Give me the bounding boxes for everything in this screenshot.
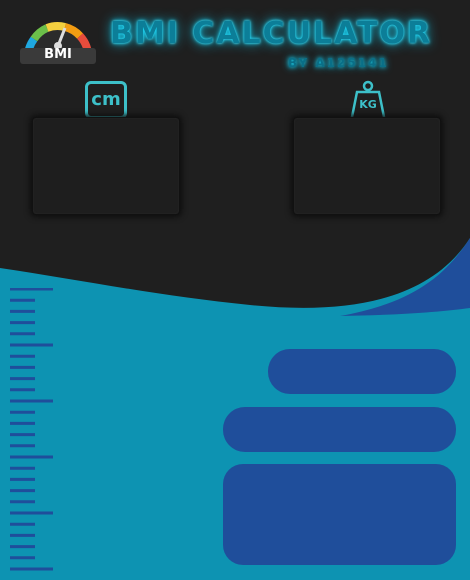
app-byline: BY A125141 [288, 56, 389, 70]
height-input[interactable] [32, 117, 180, 215]
bmi-gauge-icon: BMI [20, 8, 96, 64]
result-panel [223, 464, 456, 565]
app-title: BMI CALCULATOR [110, 16, 433, 51]
weight-unit-label: KG [359, 98, 377, 111]
logo-label: BMI [44, 47, 72, 62]
calculate-button[interactable] [268, 349, 456, 394]
cm-ruler-icon: cm [85, 81, 127, 119]
reset-button[interactable] [223, 407, 456, 452]
kg-weight-icon: KG [348, 80, 388, 122]
height-unit-label: cm [91, 89, 121, 110]
ruler-decoration [10, 287, 60, 578]
weight-input[interactable] [293, 117, 441, 215]
